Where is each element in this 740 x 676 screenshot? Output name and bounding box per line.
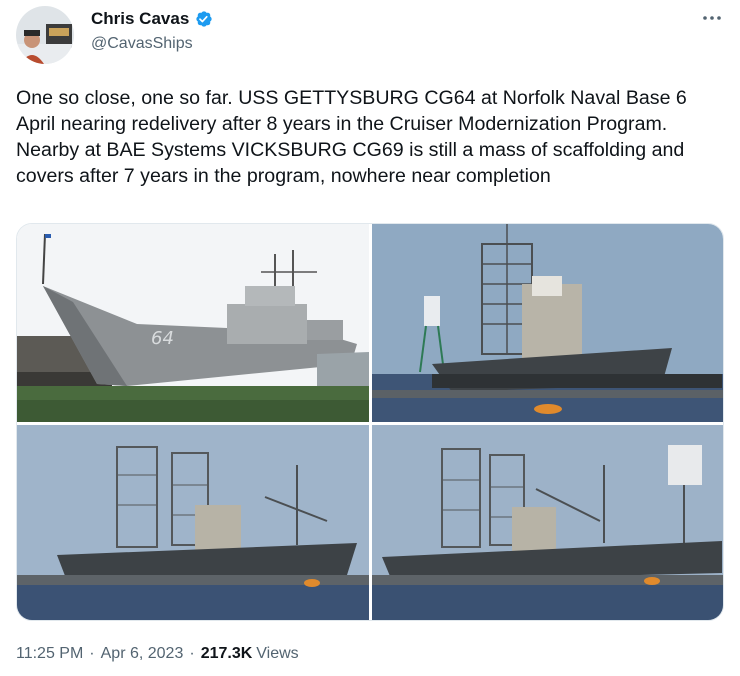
photo-vicksburg-wide-right-image [372,425,723,620]
photo-gettysburg-image: 64 [17,224,369,422]
photo-vicksburg-wide-right[interactable] [372,425,723,620]
views-count: 217.3K [200,645,253,662]
photo-vicksburg-closeup[interactable] [372,224,723,422]
tweet-date[interactable]: Apr 6, 2023 [101,645,184,663]
author-name[interactable]: Chris Cavas [91,9,189,29]
meta-separator-2: · [189,645,195,662]
tweet-meta: 11:25 PM · Apr 6, 2023 · 217.3K Views [16,645,299,663]
meta-separator: · [89,645,95,662]
photo-vicksburg-wide-left[interactable] [17,425,369,620]
more-options-button[interactable] [697,6,727,30]
views-label: Views [256,645,299,662]
hull-number-label: 64 [151,328,174,349]
media-grid: 64 [16,223,724,621]
photo-vicksburg-closeup-image [372,224,723,422]
photo-vicksburg-wide-left-image [17,425,369,620]
verified-badge-icon [194,9,214,29]
avatar-image [16,6,74,64]
tweet-time[interactable]: 11:25 PM [16,645,83,663]
more-options-icon [703,16,721,20]
author-handle[interactable]: @CavasShips [91,35,193,53]
avatar[interactable] [16,6,74,64]
photo-gettysburg[interactable]: 64 [17,224,369,422]
tweet-text: One so close, one so far. USS GETTYSBURG… [16,87,687,187]
